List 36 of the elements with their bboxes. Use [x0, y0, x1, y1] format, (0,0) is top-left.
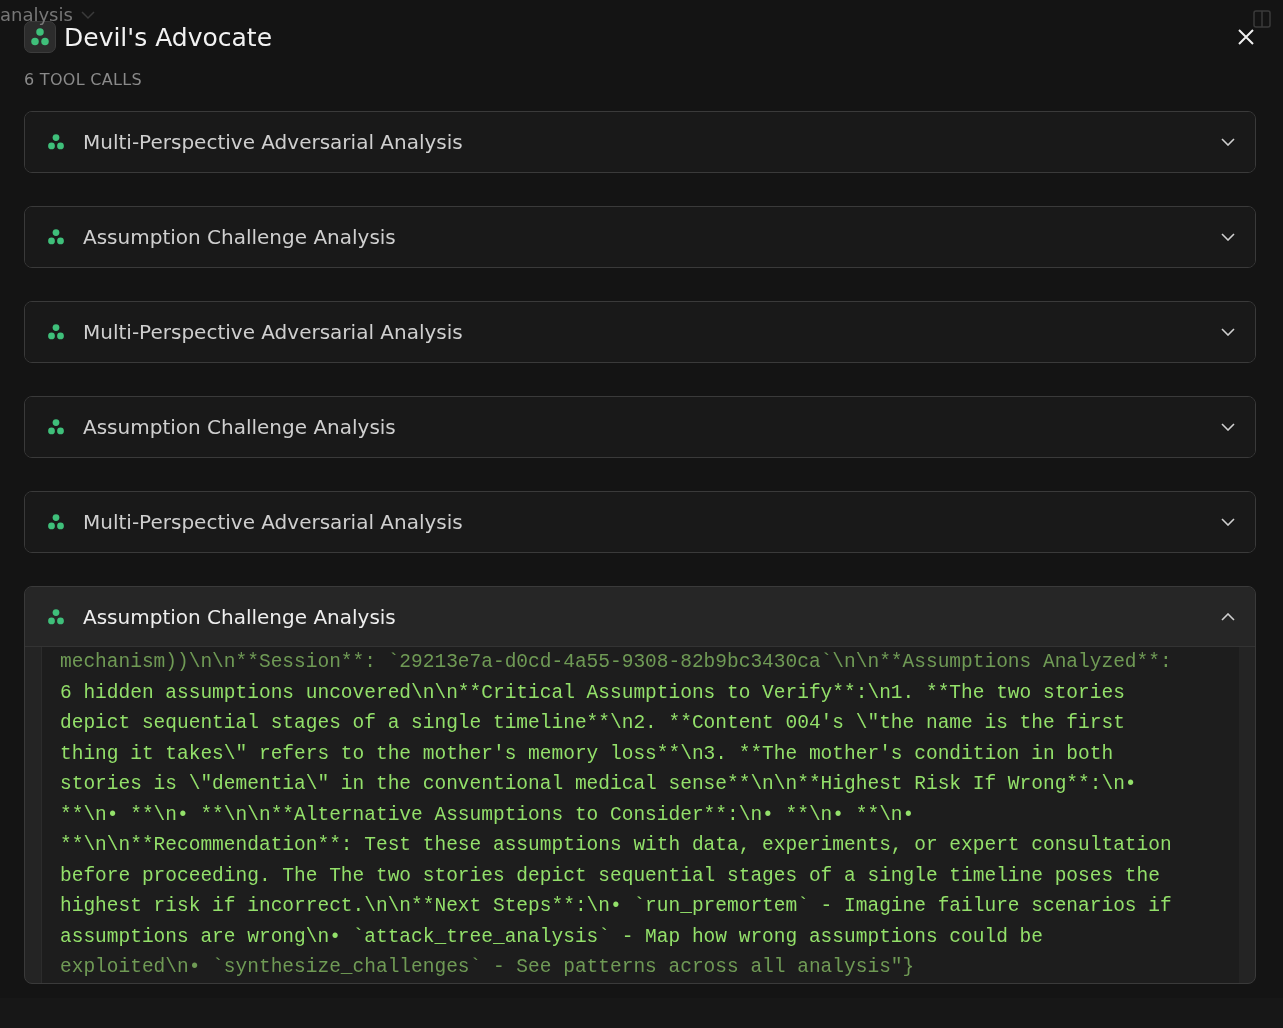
tool-calls-count: 6 TOOL CALLS	[24, 70, 143, 89]
chevron-icon	[1221, 517, 1235, 526]
code-line: before proceeding. The The two stories depict sequential stages of a single timeline poses the	[60, 863, 1160, 889]
chevron-icon	[1221, 612, 1235, 621]
code-line: 6 hidden assumptions uncovered\n\n**Critical Assumptions to Verify**:\n1. **The two stories	[60, 680, 1125, 706]
dots-icon	[47, 227, 65, 246]
tool-call-header[interactable]: Assumption Challenge Analysis	[25, 397, 1255, 457]
tool-call-header[interactable]: Assumption Challenge Analysis	[25, 587, 1255, 647]
code-line: exploited\n• `synthesize_challenges` - See patterns across all analysis"}	[60, 955, 915, 980]
tool-call-header[interactable]: Multi-Perspective Adversarial Analysis	[25, 492, 1255, 552]
tool-call-header[interactable]: Assumption Challenge Analysis	[25, 207, 1255, 267]
code-line: highest risk if incorrect.\n\n**Next Steps**:\n• `run_premortem` - Imagine failure scenarios if	[60, 894, 1172, 919]
code-line: assumptions are wrong\n• `attack_tree_analysis` - Map how wrong assumptions could be	[60, 924, 1043, 950]
dots-icon	[47, 322, 65, 341]
chevron-icon	[1221, 232, 1235, 241]
chevron-icon	[1221, 422, 1235, 431]
tool-call-header[interactable]: Multi-Perspective Adversarial Analysis	[25, 302, 1255, 362]
sidebar-toggle-icon[interactable]	[1253, 10, 1271, 28]
code-line: thing it takes\" refers to the mother's memory loss**\n3. **The mother's condition in both	[60, 741, 1114, 767]
code-line: **\n• **\n• **\n\n**Alternative Assumptions to Consider**:\n• **\n• **\n•	[60, 802, 915, 828]
dots-icon	[47, 512, 65, 531]
dialog-title: Devil's Advocate	[64, 22, 274, 52]
dots-icon	[47, 132, 65, 151]
code-line: mechanism))\n\n**Session**: `29213e7a-d0cd-4a55-9308-82b9bc3430ca`\n\n**Assumptions Analyzed**:	[60, 650, 1172, 675]
chevron-icon	[80, 9, 95, 20]
close-button[interactable]	[1236, 27, 1256, 47]
chevron-icon	[1221, 137, 1235, 146]
tool-call-header[interactable]: Multi-Perspective Adversarial Analysis	[25, 112, 1255, 172]
code-line: **\n\n**Recommendation**: Test these assumptions with data, experiments, or expert consultation	[60, 833, 1172, 858]
dots-icon	[47, 607, 65, 626]
dots-icon	[47, 417, 65, 436]
code-line: stories is \"dementia\" in the conventional medical sense**\n\n**Highest Risk If Wrong**:\n•	[60, 772, 1137, 797]
chevron-icon	[1221, 327, 1235, 336]
breadcrumb-text: analysis	[0, 4, 73, 25]
dots-icon	[30, 27, 50, 47]
code-line: depict sequential stages of a single timeline**\n2. **Content 004's \"the name is the first	[60, 711, 1125, 736]
